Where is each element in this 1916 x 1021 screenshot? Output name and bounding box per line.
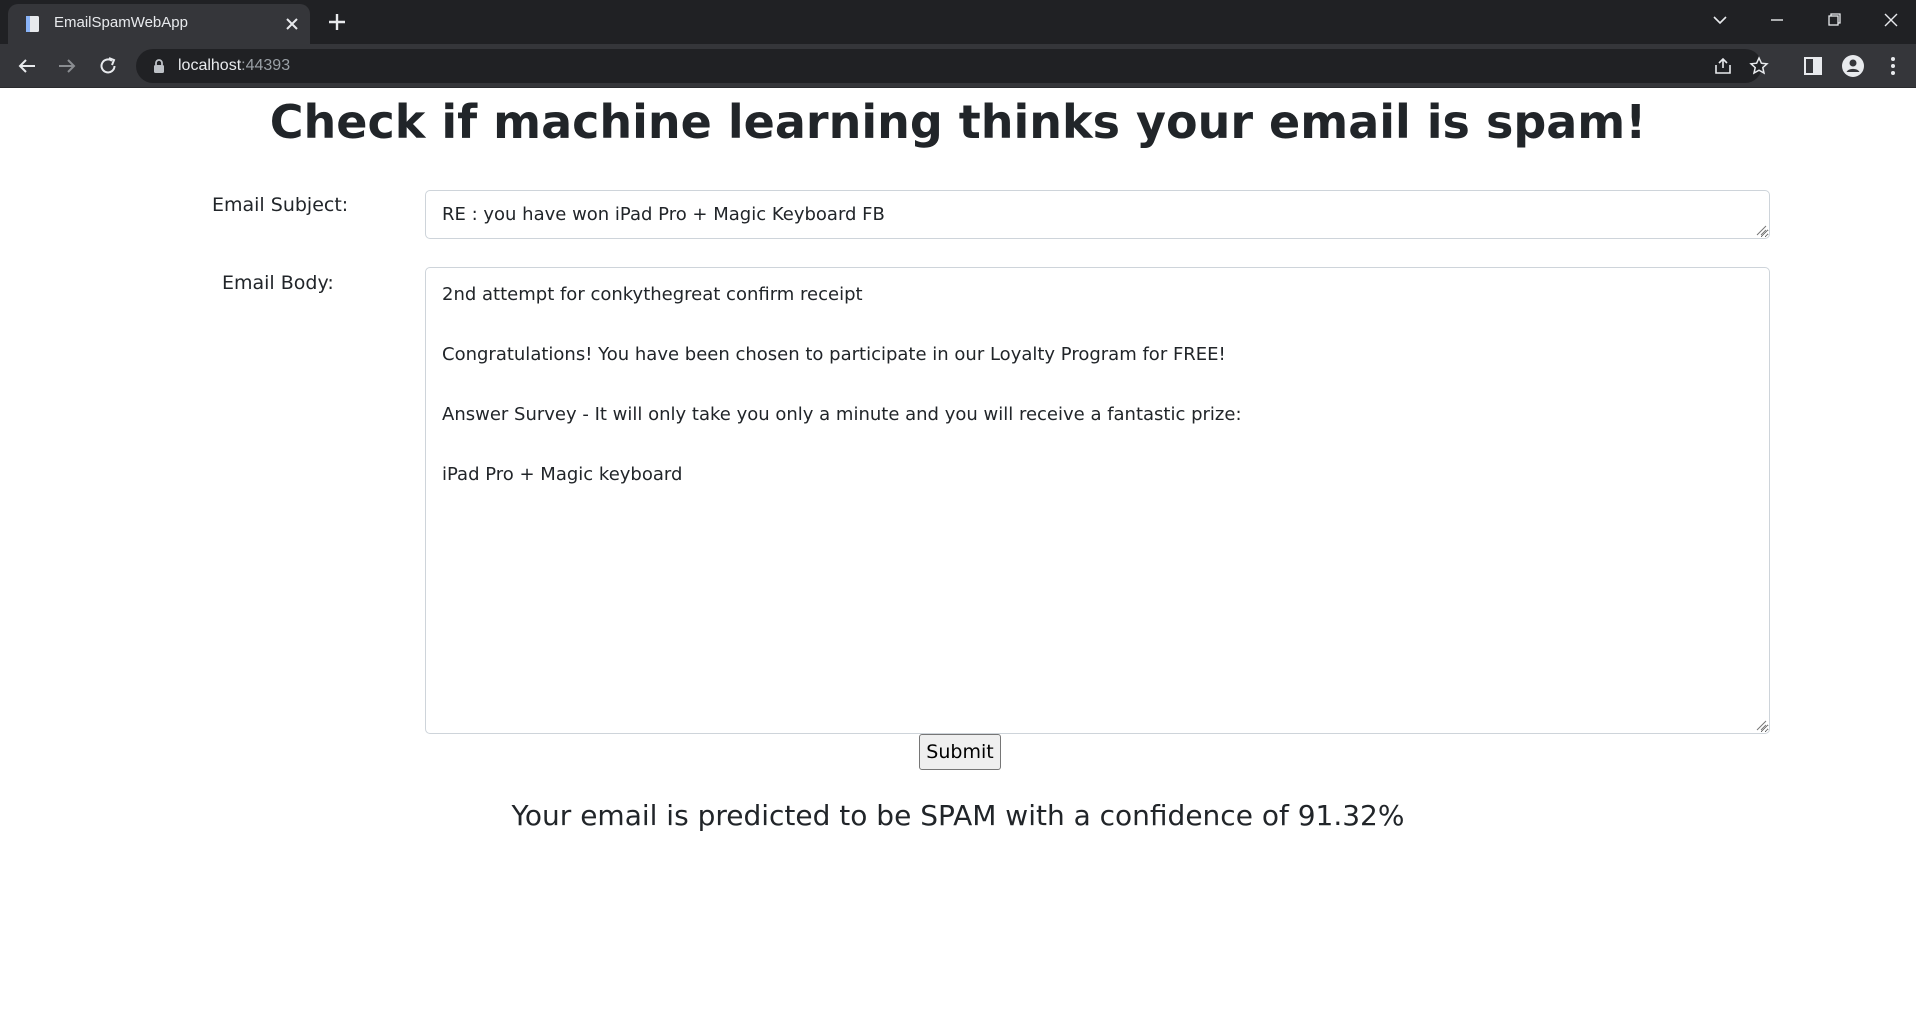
bookmark-star-icon[interactable]: [1748, 55, 1770, 77]
subject-label: Email Subject:: [212, 194, 349, 216]
new-tab-icon[interactable]: [325, 10, 349, 34]
tab-title: EmailSpamWebApp: [54, 14, 188, 31]
reload-icon[interactable]: [96, 54, 120, 78]
forward-arrow-icon[interactable]: [55, 54, 79, 78]
url-port: :44393: [241, 57, 291, 74]
page-content: Check if machine learning thinks your em…: [0, 89, 1916, 1021]
restore-icon[interactable]: [1820, 8, 1848, 32]
tab-strip: EmailSpamWebApp: [0, 0, 1916, 44]
tab-search-icon[interactable]: [1706, 8, 1734, 32]
email-body-field[interactable]: 2nd attempt for conkythegreat confirm re…: [425, 267, 1770, 734]
url-host: localhost: [178, 57, 242, 74]
prediction-result: Your email is predicted to be SPAM with …: [511, 799, 1405, 832]
body-label: Email Body:: [222, 272, 334, 294]
back-arrow-icon[interactable]: [15, 54, 39, 78]
url-text: localhost:44393: [178, 57, 290, 75]
submit-button[interactable]: Submit: [919, 734, 1001, 770]
lock-icon[interactable]: [150, 57, 168, 75]
page-title: Check if machine learning thinks your em…: [269, 95, 1647, 149]
close-window-icon[interactable]: [1877, 8, 1905, 32]
more-menu-icon[interactable]: [1881, 54, 1905, 78]
address-bar[interactable]: localhost:44393: [136, 49, 1769, 83]
resize-handle-icon[interactable]: [1755, 224, 1767, 236]
email-subject-field[interactable]: RE : you have won iPad Pro + Magic Keybo…: [425, 190, 1770, 239]
profile-avatar-icon[interactable]: [1841, 54, 1865, 78]
close-tab-icon[interactable]: [282, 14, 302, 34]
minimize-icon[interactable]: [1763, 8, 1791, 32]
side-panel-icon[interactable]: [1801, 54, 1825, 78]
browser-tab[interactable]: EmailSpamWebApp: [8, 4, 310, 44]
share-icon[interactable]: [1712, 55, 1734, 77]
resize-handle-icon[interactable]: [1755, 719, 1767, 731]
browser-toolbar: localhost:44393: [0, 44, 1916, 88]
page-favicon-icon: [26, 16, 39, 32]
